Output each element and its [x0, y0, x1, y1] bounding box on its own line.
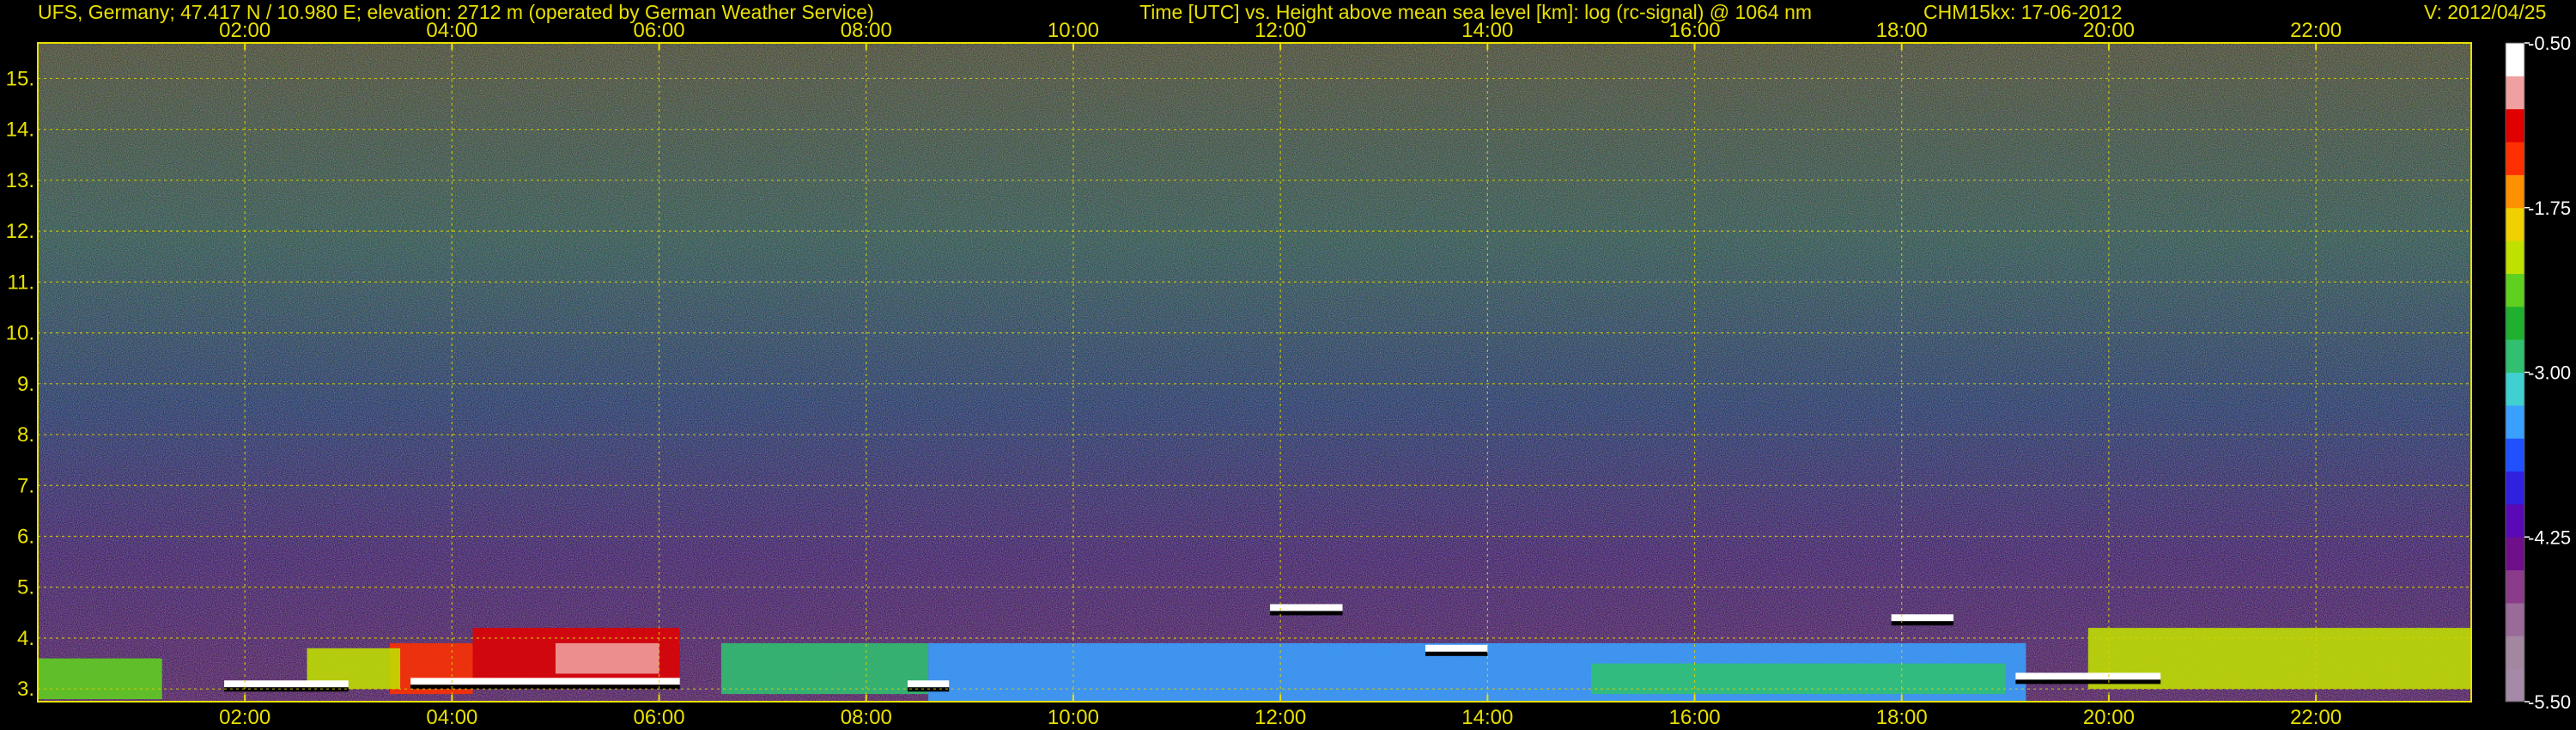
colorbar-swatch-10: [2506, 339, 2524, 373]
x-tick-label-top: 22:00: [2290, 19, 2342, 42]
x-tick-label-top: 08:00: [841, 19, 892, 42]
noise-texture: [38, 43, 2471, 702]
colorbar-swatch-19: [2506, 43, 2524, 76]
x-tick-label-bottom: 06:00: [634, 706, 685, 729]
x-tick-label-top: 10:00: [1048, 19, 1099, 42]
colorbar-label: -0.50: [2528, 33, 2571, 54]
colorbar-label: -3.00: [2528, 362, 2571, 384]
cloud-layer-4: [410, 678, 680, 685]
colorbar-swatch-9: [2506, 372, 2524, 406]
colorbar-label: -4.25: [2528, 526, 2571, 548]
y-tick-label: 5.: [17, 576, 34, 599]
cloud-shadow-1: [1425, 651, 1488, 656]
y-tick-label: 4.: [17, 627, 34, 650]
x-tick-label-top: 18:00: [1876, 19, 1928, 42]
cloud-layer-1: [1425, 644, 1488, 652]
x-tick-label-bottom: 04:00: [426, 706, 477, 729]
cloud-shadow-2: [1891, 621, 1954, 626]
cloud-layer-3: [224, 680, 349, 688]
x-tick-label-top: 12:00: [1255, 19, 1306, 42]
y-tick-label: 15.: [6, 67, 34, 90]
x-tick-label-top: 02:00: [219, 19, 270, 42]
colorbar-swatch-14: [2506, 207, 2524, 241]
signal-region-3: [555, 642, 659, 674]
x-tick-label-bottom: 22:00: [2290, 706, 2342, 729]
cloud-shadow-6: [2015, 679, 2161, 684]
signal-region-7: [1590, 663, 2006, 695]
colorbar: -0.50 -1.75 -3.00 -4.25 -5.50: [2505, 33, 2571, 713]
x-tick-label-top: 14:00: [1461, 19, 1513, 42]
cloud-layer-0: [1270, 604, 1343, 611]
colorbar-swatch-13: [2506, 240, 2524, 274]
x-tick-label-bottom: 16:00: [1669, 706, 1721, 729]
colorbar-swatch-12: [2506, 273, 2524, 307]
x-tick-label-top: 20:00: [2083, 19, 2135, 42]
cloud-shadow-0: [1270, 611, 1343, 616]
colorbar-swatch-4: [2506, 537, 2524, 571]
y-tick-label: 11.: [7, 271, 34, 294]
x-tick-label-top: 06:00: [634, 19, 685, 42]
colorbar-swatch-3: [2506, 569, 2524, 604]
colorbar-swatch-8: [2506, 405, 2524, 439]
cloud-layer-2: [1891, 614, 1954, 622]
colorbar-label: -1.75: [2528, 198, 2571, 219]
colorbar-swatch-18: [2506, 76, 2524, 110]
signal-region-5: [720, 642, 929, 695]
y-tick-label: 7.: [17, 474, 34, 497]
y-tick-label: 14.: [6, 119, 34, 142]
cloud-shadow-4: [410, 684, 680, 690]
colorbar-swatch-16: [2506, 142, 2524, 175]
colorbar-swatch-0: [2506, 668, 2524, 703]
x-tick-label-bottom: 14:00: [1461, 706, 1513, 729]
x-tick-label-bottom: 18:00: [1876, 706, 1928, 729]
x-tick-label-bottom: 08:00: [841, 706, 892, 729]
colorbar-swatch-11: [2506, 306, 2524, 340]
y-axis: 3. 4. 5. 6. 7. 8. 9. 10. 11. 12. 13. 14. 15.: [6, 67, 34, 701]
colorbar-swatch-1: [2506, 636, 2524, 670]
x-tick-label-bottom: 12:00: [1255, 706, 1306, 729]
cloud-layer-5: [908, 680, 950, 688]
y-tick-label: 13.: [6, 169, 34, 192]
y-tick-label: 12.: [6, 220, 34, 243]
x-tick-label-bottom: 20:00: [2083, 706, 2135, 729]
signal-region-0: [38, 658, 162, 700]
x-tick-label-top: 04:00: [426, 19, 477, 42]
colorbar-label: -5.50: [2528, 691, 2571, 713]
y-tick-label: 3.: [17, 678, 34, 701]
plot-data-layer: [38, 43, 2471, 702]
colorbar-swatch-2: [2506, 602, 2524, 636]
colorbar-swatch-5: [2506, 503, 2524, 538]
y-tick-label: 9.: [17, 373, 34, 396]
cloud-layer-6: [2015, 672, 2161, 680]
lidar-heatmap-chart: 02:00 04:00 06:00 08:00 10:00 12:00 14:00 16:00…: [6, 19, 2572, 729]
y-tick-label: 8.: [17, 423, 34, 447]
x-tick-label-bottom: 10:00: [1048, 706, 1099, 729]
y-tick-label: 10.: [6, 322, 34, 345]
colorbar-swatch-7: [2506, 438, 2524, 472]
colorbar-swatch-15: [2506, 174, 2524, 209]
x-tick-label-top: 16:00: [1669, 19, 1721, 42]
colorbar-swatch-17: [2506, 108, 2524, 143]
colorbar-swatch-6: [2506, 471, 2524, 505]
x-tick-label-bottom: 02:00: [219, 706, 270, 729]
y-tick-label: 6.: [17, 526, 34, 549]
